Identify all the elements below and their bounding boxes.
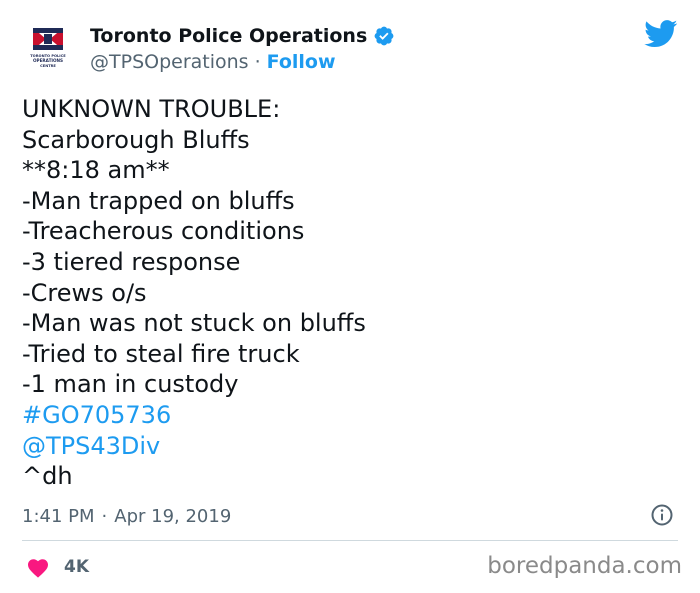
tweet-line: -3 tiered response: [22, 247, 241, 276]
avatar-text-2: OPERATIONS: [33, 58, 63, 63]
tweet-date: Apr 19, 2019: [114, 505, 232, 527]
like-count: 4K: [64, 557, 90, 577]
avatar-logo-icon: TORONTO POLICE OPERATIONS CENTRE: [22, 22, 74, 74]
heart-icon: [28, 559, 48, 578]
avatar[interactable]: TORONTO POLICE OPERATIONS CENTRE: [22, 22, 74, 74]
like-button[interactable]: 4K: [26, 555, 89, 579]
author-handle[interactable]: @TPSOperations: [90, 51, 249, 73]
tweet-line: UNKNOWN TROUBLE:: [22, 95, 281, 123]
tweet-line: -1 man in custody: [22, 370, 239, 399]
tweet-line: -Man was not stuck on bluffs: [22, 309, 366, 338]
tweet-line: -Man trapped on bluffs: [22, 186, 295, 215]
avatar-text-3: CENTRE: [40, 64, 56, 68]
author-name-row: Toronto Police Operations: [90, 22, 395, 50]
tweet-line: -Crews o/s: [22, 278, 147, 307]
verified-badge-icon: [374, 26, 394, 46]
timestamp-separator: ·: [101, 505, 108, 527]
tweet-line: -Treacherous conditions: [22, 217, 305, 246]
handle-separator: ·: [254, 51, 261, 73]
tweet-line: **8:18 am**: [22, 156, 170, 185]
follow-button[interactable]: Follow: [267, 51, 336, 73]
watermark: boredpanda.com: [487, 553, 682, 579]
tweet-timestamp[interactable]: 1:41 PM · Apr 19, 2019: [22, 503, 231, 529]
tweet-card: TORONTO POLICE OPERATIONS CENTRE Toronto…: [0, 0, 700, 593]
tweet-line: -Tried to steal fire truck: [22, 339, 300, 368]
divider: [22, 540, 678, 541]
mention-link[interactable]: @TPS43Div: [22, 431, 672, 462]
author-handle-row: @TPSOperations · Follow: [90, 50, 336, 74]
display-name[interactable]: Toronto Police Operations: [90, 25, 367, 47]
hashtag-link[interactable]: #GO705736: [22, 400, 672, 431]
twitter-bird-icon[interactable]: [644, 20, 678, 48]
tweet-time: 1:41 PM: [22, 505, 95, 527]
info-icon[interactable]: [650, 503, 674, 527]
tweet-line: Scarborough Bluffs: [22, 125, 250, 154]
tweet-text: UNKNOWN TROUBLE: Scarborough Bluffs **8:…: [22, 94, 672, 492]
tweet-signature: ^dh: [22, 462, 73, 491]
